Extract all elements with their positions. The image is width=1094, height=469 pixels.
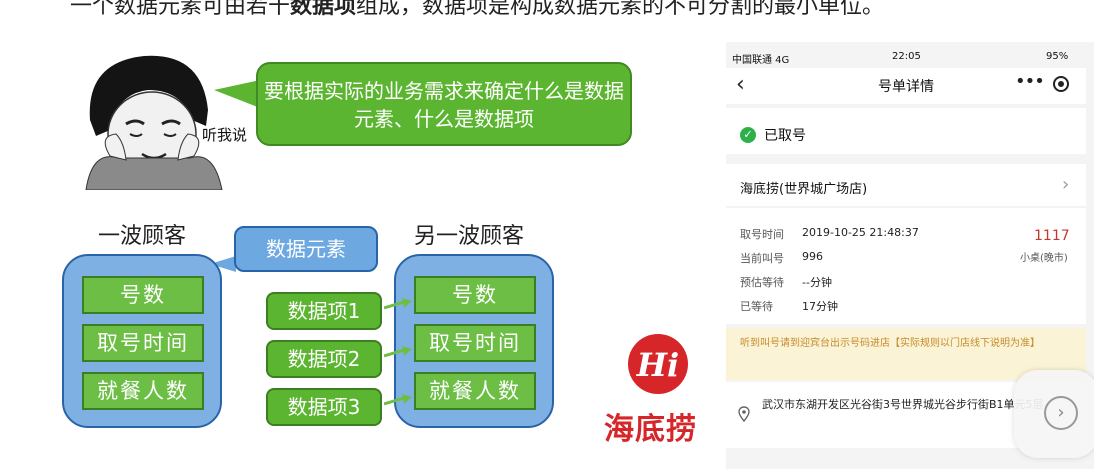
- carrier-text: 中国联通 4G: [732, 55, 790, 66]
- shop-name: 海底捞(世界城广场店): [740, 182, 868, 197]
- battery-text: 95%: [1046, 51, 1069, 62]
- data-element-label: 数据元素: [234, 226, 378, 272]
- queue-number: 1117: [1034, 228, 1070, 244]
- arrow-right-icon: [384, 346, 412, 358]
- shop-row[interactable]: 海底捞(世界城广场店) ›: [726, 164, 1086, 206]
- slide-top-text: 一个数据元素可由若干数据项组成，数据项是构成数据元素的不可分割的最小单位。: [70, 0, 884, 20]
- top-text-post: 组成，数据项是构成数据元素的不可分割的最小单位。: [356, 0, 885, 19]
- group1-cell: 就餐人数: [82, 372, 204, 410]
- bubble-tail: [214, 80, 260, 108]
- meme-face-illustration: [85, 55, 223, 190]
- chevron-right-icon: ›: [1062, 174, 1070, 195]
- group2-cell: 号数: [414, 276, 536, 314]
- play-icon: ›: [1044, 396, 1078, 430]
- field-value: 2019-10-25 21:48:37: [802, 226, 919, 239]
- top-text-pre: 一个数据元素可由若干: [70, 0, 291, 19]
- data-item-label: 数据项2: [266, 340, 382, 378]
- queue-state: 已取号: [764, 128, 806, 144]
- target-icon[interactable]: [1053, 76, 1069, 92]
- queue-type: 小桌(晚市): [1020, 253, 1068, 264]
- field-key: 预估等待: [740, 276, 784, 289]
- field-key: 取号时间: [740, 228, 784, 241]
- status-section: ✓ 已取号: [726, 108, 1086, 154]
- group2-cell: 取号时间: [414, 324, 536, 362]
- group1-title: 一波顾客: [98, 224, 187, 249]
- floating-play-button[interactable]: ›: [1014, 370, 1094, 458]
- nav-bar: ‹ 号单详情 •••: [726, 68, 1086, 104]
- field-key: 已等待: [740, 300, 773, 313]
- field-value: 996: [802, 250, 823, 263]
- more-icon[interactable]: •••: [1015, 71, 1045, 92]
- group1-cell: 取号时间: [82, 324, 204, 362]
- status-time: 22:05: [892, 51, 921, 62]
- logo-wordmark: 海底捞: [604, 412, 697, 447]
- listen-label: 听我说: [202, 126, 248, 144]
- speech-bubble: 要根据实际的业务需求来确定什么是数据元素、什么是数据项: [256, 62, 632, 146]
- group2-title: 另一波顾客: [414, 224, 525, 249]
- data-item-label: 数据项1: [266, 292, 382, 330]
- queue-detail-section: 取号时间 2019-10-25 21:48:37 当前叫号 996 预估等待 -…: [726, 208, 1086, 324]
- shop-address: 武汉市东湖开发区光谷街3号世界城光谷步行街B1单元5层: [762, 398, 1044, 411]
- arrow-right-icon: [384, 394, 412, 406]
- group2-cell: 就餐人数: [414, 372, 536, 410]
- top-text-bold: 数据项: [290, 0, 357, 19]
- field-key: 当前叫号: [740, 252, 784, 265]
- arrow-right-icon: [384, 298, 412, 310]
- data-item-label: 数据项3: [266, 388, 382, 426]
- field-value: --分钟: [802, 276, 832, 289]
- field-value: 17分钟: [802, 300, 838, 313]
- svg-text:Hi: Hi: [636, 346, 679, 384]
- check-circle-icon: ✓: [740, 127, 756, 143]
- status-bar: 中国联通 4G 22:05 95%: [726, 42, 1086, 68]
- location-pin-icon: [738, 406, 750, 422]
- group1-cell: 号数: [82, 276, 204, 314]
